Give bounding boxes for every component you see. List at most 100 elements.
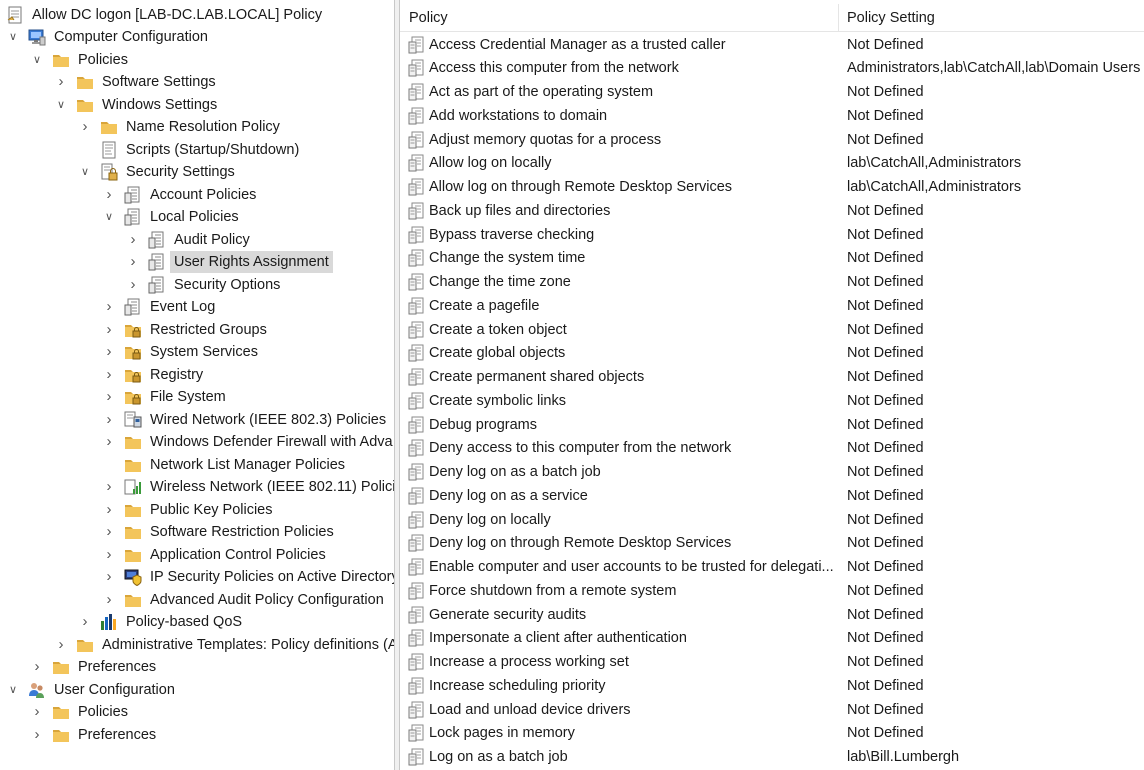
policy-row[interactable]: Deny log on through Remote Desktop Servi… bbox=[400, 531, 1144, 555]
tree-node-label: Windows Settings bbox=[102, 96, 218, 113]
chevron-right-icon[interactable]: › bbox=[102, 364, 116, 386]
chevron-right-icon[interactable]: › bbox=[102, 319, 116, 341]
tree-node-label: Event Log bbox=[150, 299, 216, 315]
policy-setting: Not Defined bbox=[847, 677, 924, 694]
policy-row[interactable]: Lock pages in memory Not Defined bbox=[400, 721, 1144, 745]
chevron-right-icon[interactable]: › bbox=[54, 634, 68, 656]
folder-icon bbox=[124, 433, 142, 451]
policy-doc-icon bbox=[148, 253, 166, 271]
policy-row[interactable]: Enable computer and user accounts to be … bbox=[400, 555, 1144, 579]
policy-icon bbox=[408, 724, 426, 742]
policy-icon bbox=[408, 582, 426, 600]
policy-row[interactable]: Debug programs Not Defined bbox=[400, 413, 1144, 437]
policy-row[interactable]: Load and unload device drivers Not Define… bbox=[400, 698, 1144, 722]
chevron-down-icon[interactable]: ∨ bbox=[78, 161, 92, 183]
chevron-right-icon[interactable]: › bbox=[30, 701, 44, 723]
chevron-right-icon[interactable]: › bbox=[102, 521, 116, 543]
policy-row[interactable]: Bypass traverse checking Not Defined bbox=[400, 223, 1144, 247]
policy-row[interactable]: Change the time zone Not Defined bbox=[400, 270, 1144, 294]
chevron-right-icon[interactable]: › bbox=[102, 589, 116, 611]
chevron-right-icon[interactable]: › bbox=[102, 341, 116, 363]
chevron-right-icon[interactable]: › bbox=[102, 544, 116, 566]
policy-setting: Not Defined bbox=[847, 654, 924, 670]
tree-node-label: Security Settings bbox=[126, 164, 235, 180]
policy-row[interactable]: Allow log on through Remote Desktop Serv… bbox=[400, 175, 1144, 199]
policy-row[interactable]: Deny log on as a batch job Not Defined bbox=[400, 460, 1144, 484]
column-header-policy[interactable]: Policy bbox=[400, 0, 847, 32]
tree-node-label: Policies bbox=[78, 704, 128, 720]
chevron-down-icon[interactable]: ∨ bbox=[30, 49, 44, 71]
policy-row[interactable]: Access Credential Manager as a trusted c… bbox=[400, 33, 1144, 57]
policy-row[interactable]: Deny log on locally Not Defined bbox=[400, 508, 1144, 532]
tree-node-label: Registry bbox=[150, 366, 204, 383]
chevron-down-icon[interactable]: ∨ bbox=[6, 679, 20, 701]
policy-row[interactable]: Increase scheduling priority Not Defined bbox=[400, 674, 1144, 698]
policy-row[interactable]: Access this computer from the network Adm… bbox=[400, 56, 1144, 80]
chevron-right-icon[interactable]: › bbox=[78, 611, 92, 633]
policy-row[interactable]: Create a pagefile Not Defined bbox=[400, 294, 1144, 318]
chevron-right-icon[interactable]: › bbox=[102, 431, 116, 453]
wired-network-icon bbox=[124, 411, 142, 429]
policy-row[interactable]: Allow log on locally lab\CatchAll,Adminis… bbox=[400, 151, 1144, 175]
chevron-down-icon[interactable]: ∨ bbox=[6, 26, 20, 48]
chevron-right-icon[interactable]: › bbox=[102, 566, 116, 588]
chevron-down-icon[interactable]: ∨ bbox=[54, 94, 68, 116]
policy-setting: Not Defined bbox=[847, 202, 924, 219]
chevron-right-icon[interactable]: › bbox=[102, 409, 116, 431]
chevron-right-icon[interactable]: › bbox=[126, 274, 140, 296]
tree-node-label: Name Resolution Policy bbox=[126, 119, 280, 135]
policy-name: Load and unload device drivers bbox=[429, 701, 631, 718]
policy-setting: Not Defined bbox=[847, 36, 924, 53]
chevron-right-icon[interactable]: › bbox=[30, 656, 44, 678]
chevron-right-icon[interactable]: › bbox=[102, 296, 116, 318]
chevron-right-icon[interactable]: › bbox=[78, 116, 92, 138]
column-header-policy-setting[interactable]: Policy Setting bbox=[838, 0, 1144, 32]
policy-name: Increase a process working set bbox=[429, 654, 629, 670]
chevron-right-icon[interactable]: › bbox=[30, 724, 44, 746]
policy-row[interactable]: Create global objects Not Defined bbox=[400, 341, 1144, 365]
policy-setting: Not Defined bbox=[847, 511, 924, 528]
policy-setting: Not Defined bbox=[847, 606, 924, 623]
policy-setting: Not Defined bbox=[847, 297, 924, 314]
policy-setting: Not Defined bbox=[847, 84, 924, 100]
chevron-right-icon[interactable]: › bbox=[54, 71, 68, 93]
policy-row[interactable]: Force shutdown from a remote system Not D… bbox=[400, 579, 1144, 603]
policy-setting: Not Defined bbox=[847, 107, 924, 124]
tree-node-label: Windows Defender Firewall with Adva bbox=[150, 434, 393, 450]
policy-setting: Not Defined bbox=[847, 250, 924, 267]
policy-row[interactable]: Impersonate a client after authenticatio… bbox=[400, 626, 1144, 650]
policy-setting: Not Defined bbox=[847, 392, 924, 409]
policy-name: Change the time zone bbox=[429, 274, 571, 290]
chevron-right-icon[interactable]: › bbox=[102, 476, 116, 498]
policy-row[interactable]: Create permanent shared objects Not Defin… bbox=[400, 365, 1144, 389]
policy-row[interactable]: Increase a process working set Not Define… bbox=[400, 650, 1144, 674]
policy-row[interactable]: Change the system time Not Defined bbox=[400, 246, 1144, 270]
console-tree: Allow DC logon [LAB-DC.LAB.LOCAL] Policy… bbox=[0, 0, 394, 770]
policy-row[interactable]: Deny access to this computer from the ne… bbox=[400, 436, 1144, 460]
policy-icon bbox=[408, 701, 426, 719]
policy-row[interactable]: Generate security audits Not Defined bbox=[400, 603, 1144, 627]
chevron-right-icon[interactable]: › bbox=[102, 499, 116, 521]
policy-row[interactable]: Adjust memory quotas for a process Not De… bbox=[400, 128, 1144, 152]
chevron-right-icon[interactable]: › bbox=[126, 251, 140, 273]
policy-name: Add workstations to domain bbox=[429, 107, 608, 124]
chevron-right-icon[interactable]: › bbox=[102, 184, 116, 206]
chevron-right-icon[interactable]: › bbox=[102, 386, 116, 408]
policy-row[interactable]: Log on as a batch job lab\Bill.Lumbergh bbox=[400, 745, 1144, 769]
folder-icon bbox=[52, 51, 70, 69]
policy-row[interactable]: Add workstations to domain Not Defined bbox=[400, 104, 1144, 128]
policy-icon bbox=[408, 653, 426, 671]
policy-row[interactable]: Create a token object Not Defined bbox=[400, 318, 1144, 342]
policy-row[interactable]: Deny log on as a service Not Defined bbox=[400, 484, 1144, 508]
policy-icon bbox=[408, 202, 426, 220]
policy-setting: Not Defined bbox=[847, 559, 924, 575]
policy-icon bbox=[408, 273, 426, 291]
policy-row[interactable]: Back up files and directories Not Defined bbox=[400, 199, 1144, 223]
chevron-right-icon[interactable]: › bbox=[126, 229, 140, 251]
policy-row[interactable]: Act as part of the operating system Not D… bbox=[400, 80, 1144, 104]
policy-icon bbox=[408, 368, 426, 386]
policy-row[interactable]: Create symbolic links Not Defined bbox=[400, 389, 1144, 413]
tree-node-label: User Configuration bbox=[54, 681, 175, 698]
chevron-down-icon[interactable]: ∨ bbox=[102, 206, 116, 228]
policy-name: Generate security audits bbox=[429, 606, 587, 623]
